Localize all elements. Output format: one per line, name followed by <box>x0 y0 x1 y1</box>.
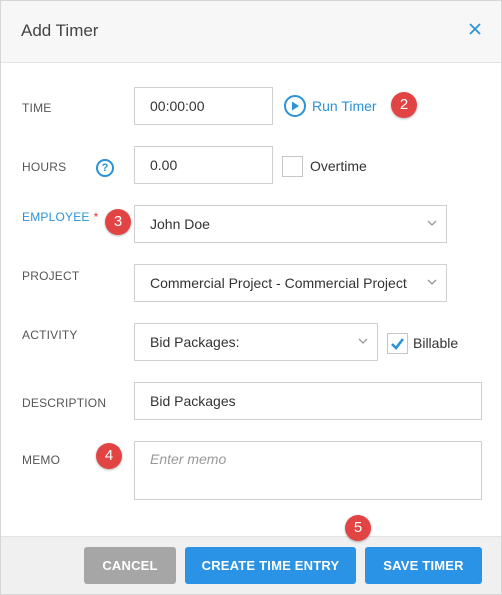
billable-checkbox[interactable] <box>387 333 408 354</box>
dialog-header: Add Timer <box>1 1 501 63</box>
add-timer-dialog: Add Timer TIME 00:00:00 Run Timer 2 HOUR… <box>0 0 502 595</box>
step-badge-4: 4 <box>96 443 122 469</box>
activity-value: Bid Packages: <box>150 334 240 350</box>
time-input[interactable]: 00:00:00 <box>134 87 273 125</box>
overtime-label: Overtime <box>310 158 367 174</box>
employee-value: John Doe <box>150 216 210 232</box>
help-icon[interactable]: ? <box>96 159 114 177</box>
description-label: DESCRIPTION <box>22 396 107 410</box>
memo-label: MEMO <box>22 453 61 467</box>
time-label: TIME <box>22 101 52 115</box>
employee-label: EMPLOYEE * <box>22 210 99 224</box>
step-badge-2: 2 <box>391 92 417 118</box>
project-label: PROJECT <box>22 269 80 283</box>
project-value: Commercial Project - Commercial Project <box>150 275 407 291</box>
run-timer-label: Run Timer <box>312 98 377 114</box>
hours-input[interactable]: 0.00 <box>134 146 273 184</box>
overtime-checkbox[interactable] <box>282 156 303 177</box>
close-icon[interactable] <box>467 21 483 37</box>
chevron-down-icon <box>427 220 437 226</box>
employee-select[interactable]: John Doe <box>134 205 447 243</box>
activity-select[interactable]: Bid Packages: <box>134 323 378 361</box>
create-time-entry-button[interactable]: CREATE TIME ENTRY <box>185 547 356 584</box>
billable-label: Billable <box>413 335 459 351</box>
chevron-down-icon <box>427 279 437 285</box>
run-timer-button[interactable]: Run Timer <box>284 93 377 119</box>
save-timer-button[interactable]: SAVE TIMER <box>365 547 482 584</box>
checkmark-icon <box>391 338 405 350</box>
play-circle-icon <box>284 95 306 117</box>
chevron-down-icon <box>358 338 368 344</box>
hours-label: HOURS <box>22 160 67 174</box>
memo-textarea[interactable]: Enter memo <box>134 441 482 500</box>
required-marker: * <box>93 210 99 224</box>
project-select[interactable]: Commercial Project - Commercial Project <box>134 264 447 302</box>
step-badge-5: 5 <box>345 515 371 541</box>
activity-label: ACTIVITY <box>22 328 78 342</box>
description-input[interactable]: Bid Packages <box>134 382 482 420</box>
step-badge-3: 3 <box>105 209 131 235</box>
cancel-button[interactable]: CANCEL <box>84 547 176 584</box>
dialog-title: Add Timer <box>21 21 99 40</box>
